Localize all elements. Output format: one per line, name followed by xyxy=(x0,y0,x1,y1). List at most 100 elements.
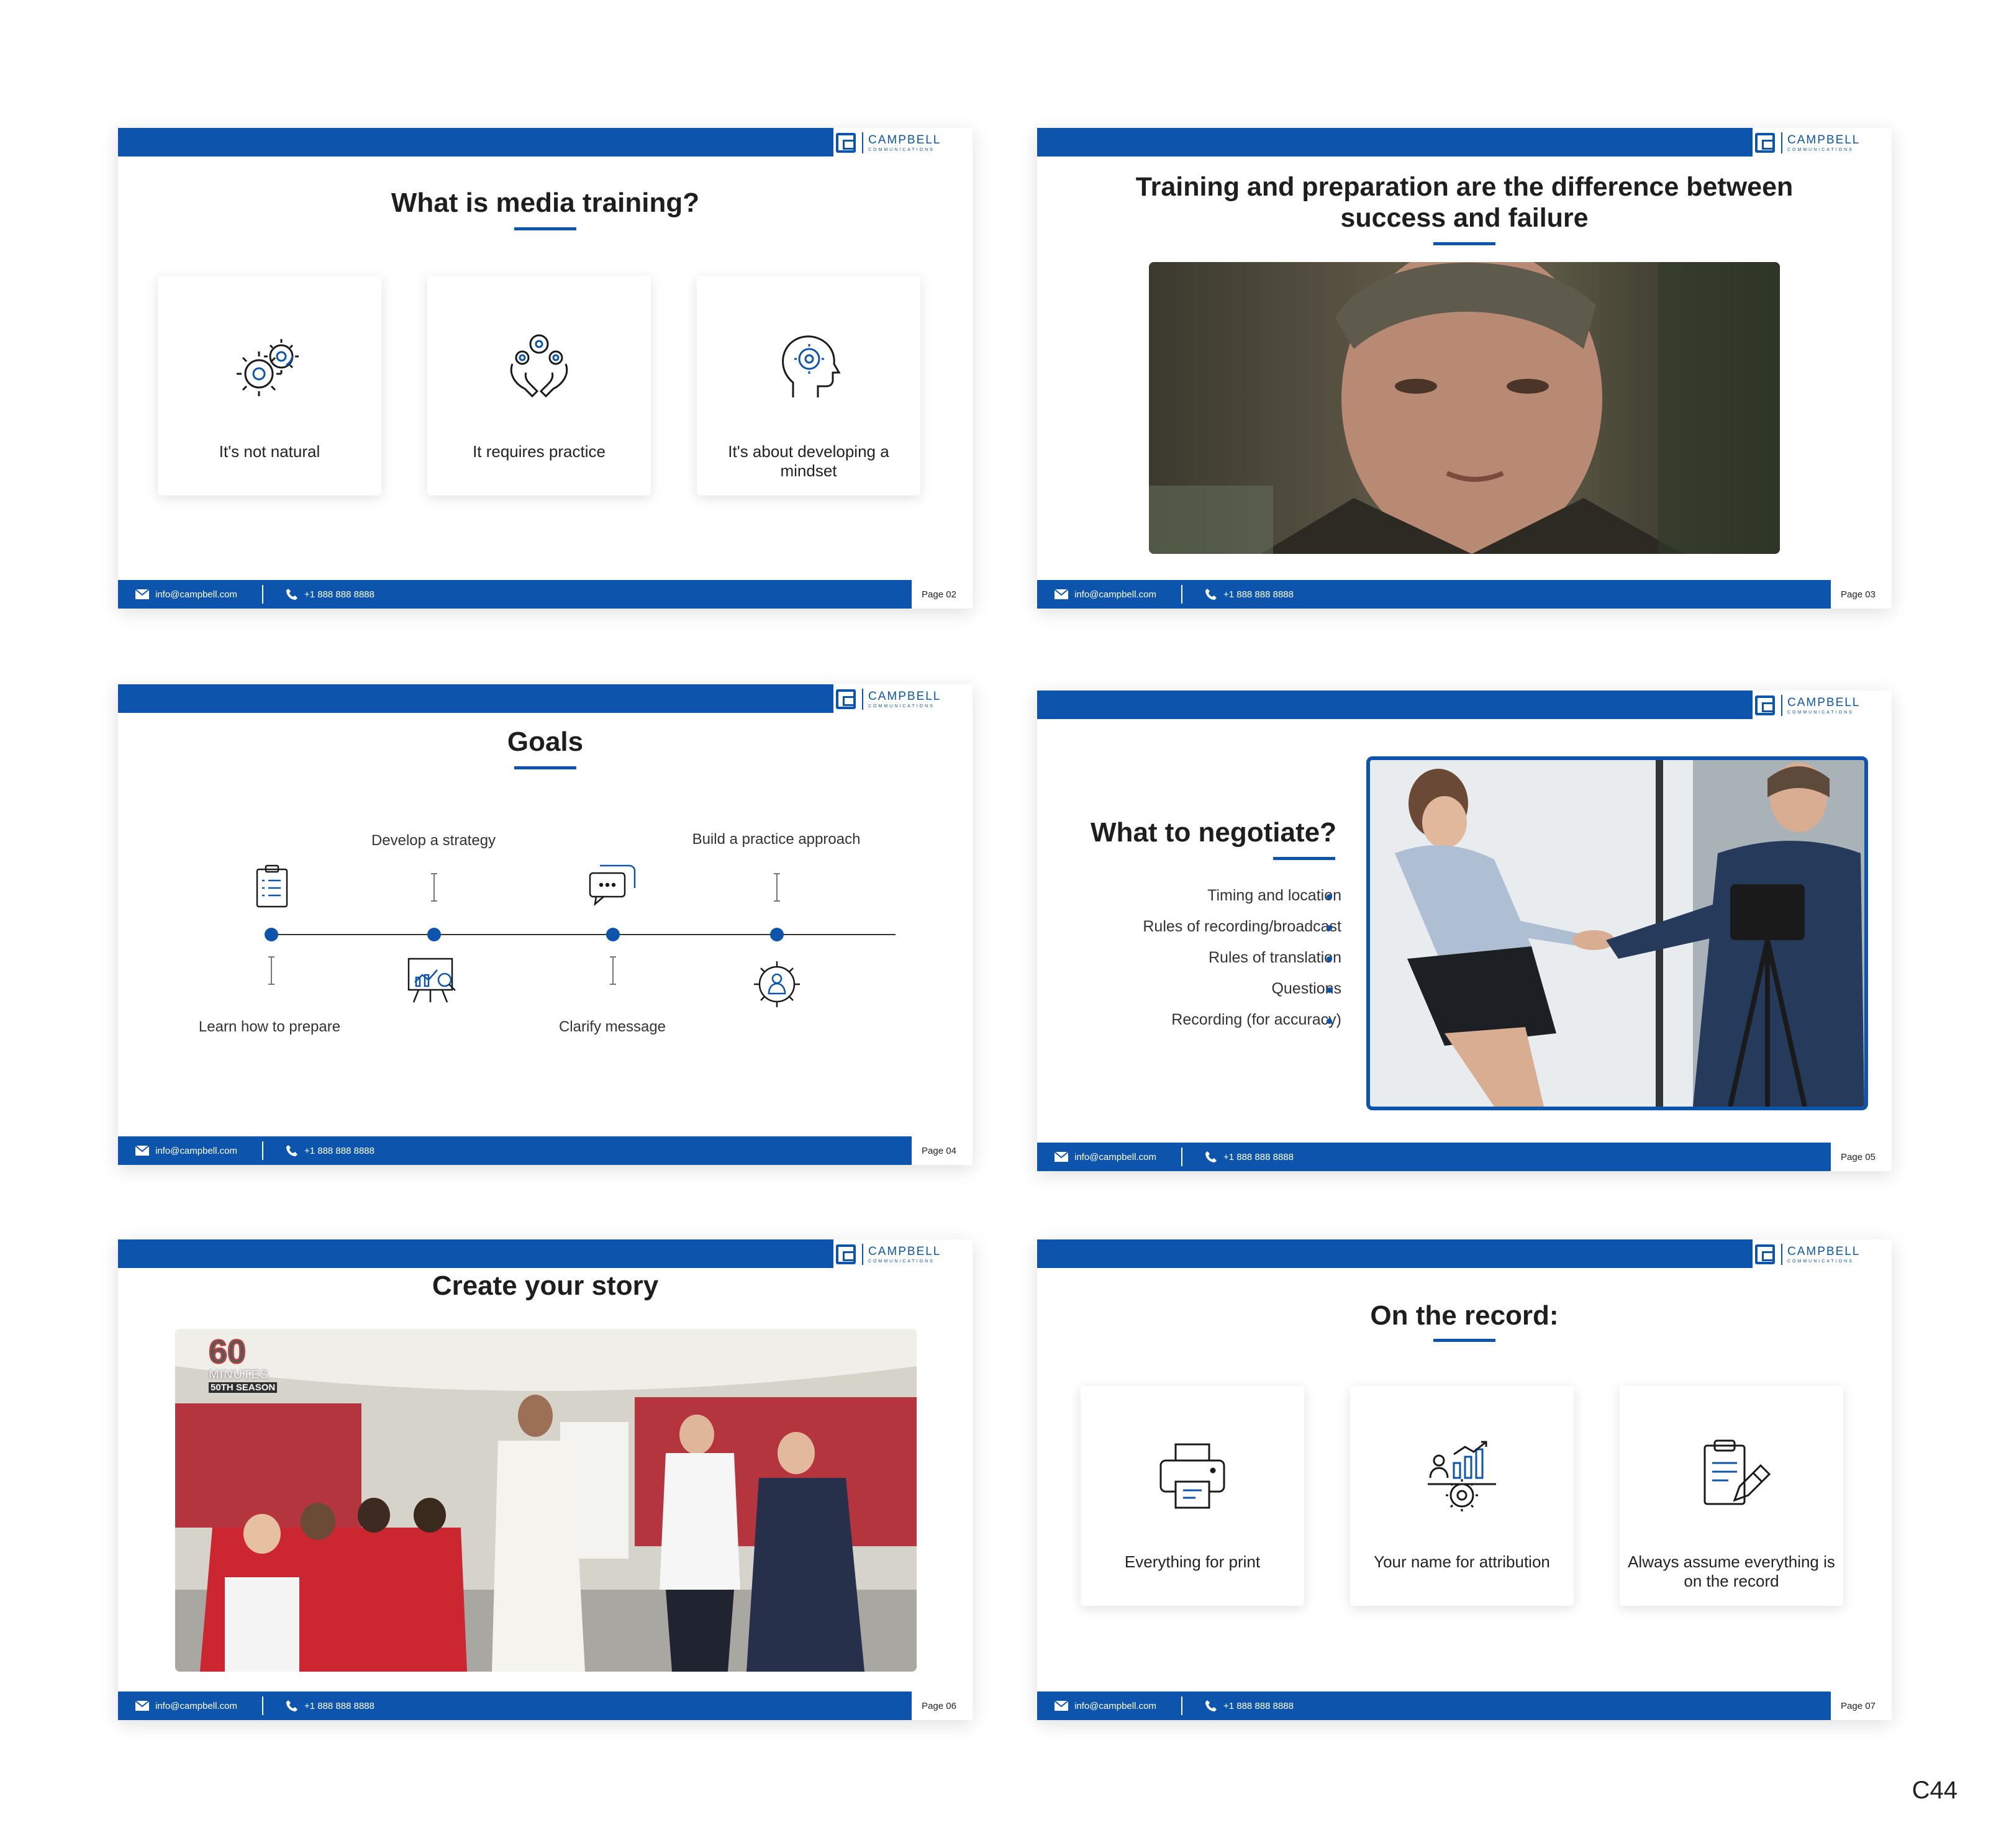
mail-icon xyxy=(1055,1701,1068,1711)
footer-phone[interactable]: +1 888 888 8888 xyxy=(1205,1700,1294,1712)
goal-develop-strategy: Develop a strategy xyxy=(371,832,496,849)
card-assume-record[interactable]: Always assume everything is on the recor… xyxy=(1620,1386,1843,1606)
brand-logo: CAMPBELL COMMUNICATIONS xyxy=(836,686,970,713)
top-bar xyxy=(1037,691,1753,719)
slide-page-02[interactable]: CAMPBELL COMMUNICATIONS What is media tra… xyxy=(118,128,973,609)
mail-icon xyxy=(135,589,149,599)
logo-name: CAMPBELL xyxy=(868,1244,941,1258)
timeline-line xyxy=(271,934,896,935)
slide-title: Goals xyxy=(507,727,584,757)
top-bar xyxy=(118,128,833,156)
negotiate-item: Rules of translation xyxy=(1208,949,1341,966)
timeline-dot xyxy=(427,928,441,941)
logo-sub: COMMUNICATIONS xyxy=(1787,147,1854,152)
handshake-photo[interactable] xyxy=(1366,756,1868,1110)
bullet xyxy=(1327,956,1332,962)
footer-phone[interactable]: +1 888 888 8888 xyxy=(1205,1151,1294,1163)
brand-logo: CAMPBELL COMMUNICATIONS xyxy=(836,129,970,156)
phone-icon xyxy=(286,1700,297,1711)
mail-icon xyxy=(1055,1152,1068,1162)
card-requires-practice[interactable]: It requires practice xyxy=(427,276,651,496)
card-everything-print[interactable]: Everything for print xyxy=(1081,1386,1304,1606)
phone-icon xyxy=(1205,1151,1217,1162)
top-bar xyxy=(118,684,833,713)
slide-title: Training and preparation are the differe… xyxy=(1135,172,1794,233)
sixty-minutes-badge: 60 MINUTES 50TH SEASON xyxy=(208,1334,283,1393)
footer-bar: info@campbell.com +1 888 888 8888 xyxy=(1037,580,1831,609)
phone-icon xyxy=(1205,1700,1217,1711)
phone-icon xyxy=(1205,589,1217,600)
footer-email[interactable]: info@campbell.com xyxy=(135,1146,237,1156)
card-label: It requires practice xyxy=(473,442,606,461)
card-label: It's not natural xyxy=(219,442,320,461)
school-visit-video-frame[interactable]: 60 MINUTES 50TH SEASON xyxy=(175,1329,917,1672)
top-bar xyxy=(1037,1239,1753,1268)
footer-phone[interactable]: +1 888 888 8888 xyxy=(286,1700,374,1712)
title-underline xyxy=(514,227,576,230)
logo-sub: COMMUNICATIONS xyxy=(1787,1259,1854,1264)
chat-bubbles-icon xyxy=(589,864,636,907)
page-number: Page 04 xyxy=(922,1146,956,1156)
connector-tick xyxy=(774,873,780,902)
goal-practice-approach: Build a practice approach xyxy=(692,831,861,848)
card-label: Everything for print xyxy=(1124,1552,1261,1571)
badge-season: 50TH SEASON xyxy=(209,1382,278,1393)
footer-email[interactable]: info@campbell.com xyxy=(135,1701,237,1711)
footer-email[interactable]: info@campbell.com xyxy=(1055,1152,1156,1162)
footer-bar: info@campbell.com +1 888 888 8888 xyxy=(1037,1143,1831,1171)
clipboard-pen-icon xyxy=(1703,1439,1771,1505)
phone-icon xyxy=(286,589,297,600)
footer-phone[interactable]: +1 888 888 8888 xyxy=(286,1144,374,1157)
card-label: It's about developing a mindset xyxy=(728,442,889,480)
logo-mark-icon xyxy=(1755,133,1775,153)
handshake-art xyxy=(1370,760,1864,1107)
slide-page-05[interactable]: CAMPBELL COMMUNICATIONS What to negotiate… xyxy=(1037,691,1892,1171)
logo-mark-icon xyxy=(836,133,856,153)
printer-icon xyxy=(1159,1443,1225,1509)
brand-logo: CAMPBELL COMMUNICATIONS xyxy=(1755,1241,1889,1268)
page-number: Page 05 xyxy=(1841,1152,1876,1162)
page-number: Page 03 xyxy=(1841,589,1876,600)
logo-name: CAMPBELL xyxy=(1787,695,1861,709)
logo-sub: COMMUNICATIONS xyxy=(868,704,935,709)
title-underline xyxy=(514,766,576,769)
school-visit-art xyxy=(175,1329,917,1672)
footer-email[interactable]: info@campbell.com xyxy=(1055,589,1156,600)
interview-video-frame[interactable] xyxy=(1149,262,1780,554)
slide-title: What to negotiate? xyxy=(1091,817,1336,848)
footer-email[interactable]: info@campbell.com xyxy=(135,589,237,600)
title-underline xyxy=(1433,1339,1495,1342)
footer-email[interactable]: info@campbell.com xyxy=(1055,1701,1156,1711)
logo-name: CAMPBELL xyxy=(868,689,941,703)
connector-tick xyxy=(431,873,437,902)
timeline-dot xyxy=(606,928,620,941)
card-name-attribution[interactable]: Your name for attribution xyxy=(1350,1386,1574,1606)
title-underline xyxy=(1433,242,1495,245)
footer-phone[interactable]: +1 888 888 8888 xyxy=(286,588,374,600)
logo-name: CAMPBELL xyxy=(1787,1244,1861,1258)
phone-icon xyxy=(286,1145,297,1156)
slide-page-06[interactable]: CAMPBELL COMMUNICATIONS Create your story xyxy=(118,1239,973,1720)
corner-code: C44 xyxy=(1912,1777,1957,1804)
page-number: Page 02 xyxy=(922,589,956,600)
person-chart-icon xyxy=(1428,1441,1496,1511)
page-number: Page 07 xyxy=(1841,1701,1876,1711)
negotiate-item: Timing and location xyxy=(1207,887,1341,904)
brand-logo: CAMPBELL COMMUNICATIONS xyxy=(836,1241,970,1268)
slide-page-03[interactable]: CAMPBELL COMMUNICATIONS Training and prep… xyxy=(1037,128,1892,609)
slide-page-04[interactable]: CAMPBELL COMMUNICATIONS Goals Learn how t… xyxy=(118,684,973,1165)
slide-title: What is media training? xyxy=(391,188,700,218)
brand-logo: CAMPBELL COMMUNICATIONS xyxy=(1755,692,1889,719)
slide-page-07[interactable]: CAMPBELL COMMUNICATIONS On the record: Ev… xyxy=(1037,1239,1892,1720)
logo-name: CAMPBELL xyxy=(1787,133,1861,147)
negotiate-item: Rules of recording/broadcast xyxy=(1143,918,1341,935)
footer-bar: info@campbell.com +1 888 888 8888 xyxy=(118,1692,912,1720)
card-developing-mindset[interactable]: It's about developing a mindset xyxy=(697,276,920,496)
logo-mark-icon xyxy=(836,689,856,709)
top-bar xyxy=(118,1239,833,1268)
gear-person-icon xyxy=(754,961,800,1007)
logo-sub: COMMUNICATIONS xyxy=(868,1259,935,1264)
footer-phone[interactable]: +1 888 888 8888 xyxy=(1205,588,1294,600)
logo-sub: COMMUNICATIONS xyxy=(868,147,935,152)
card-not-natural[interactable]: It's not natural xyxy=(158,276,381,496)
